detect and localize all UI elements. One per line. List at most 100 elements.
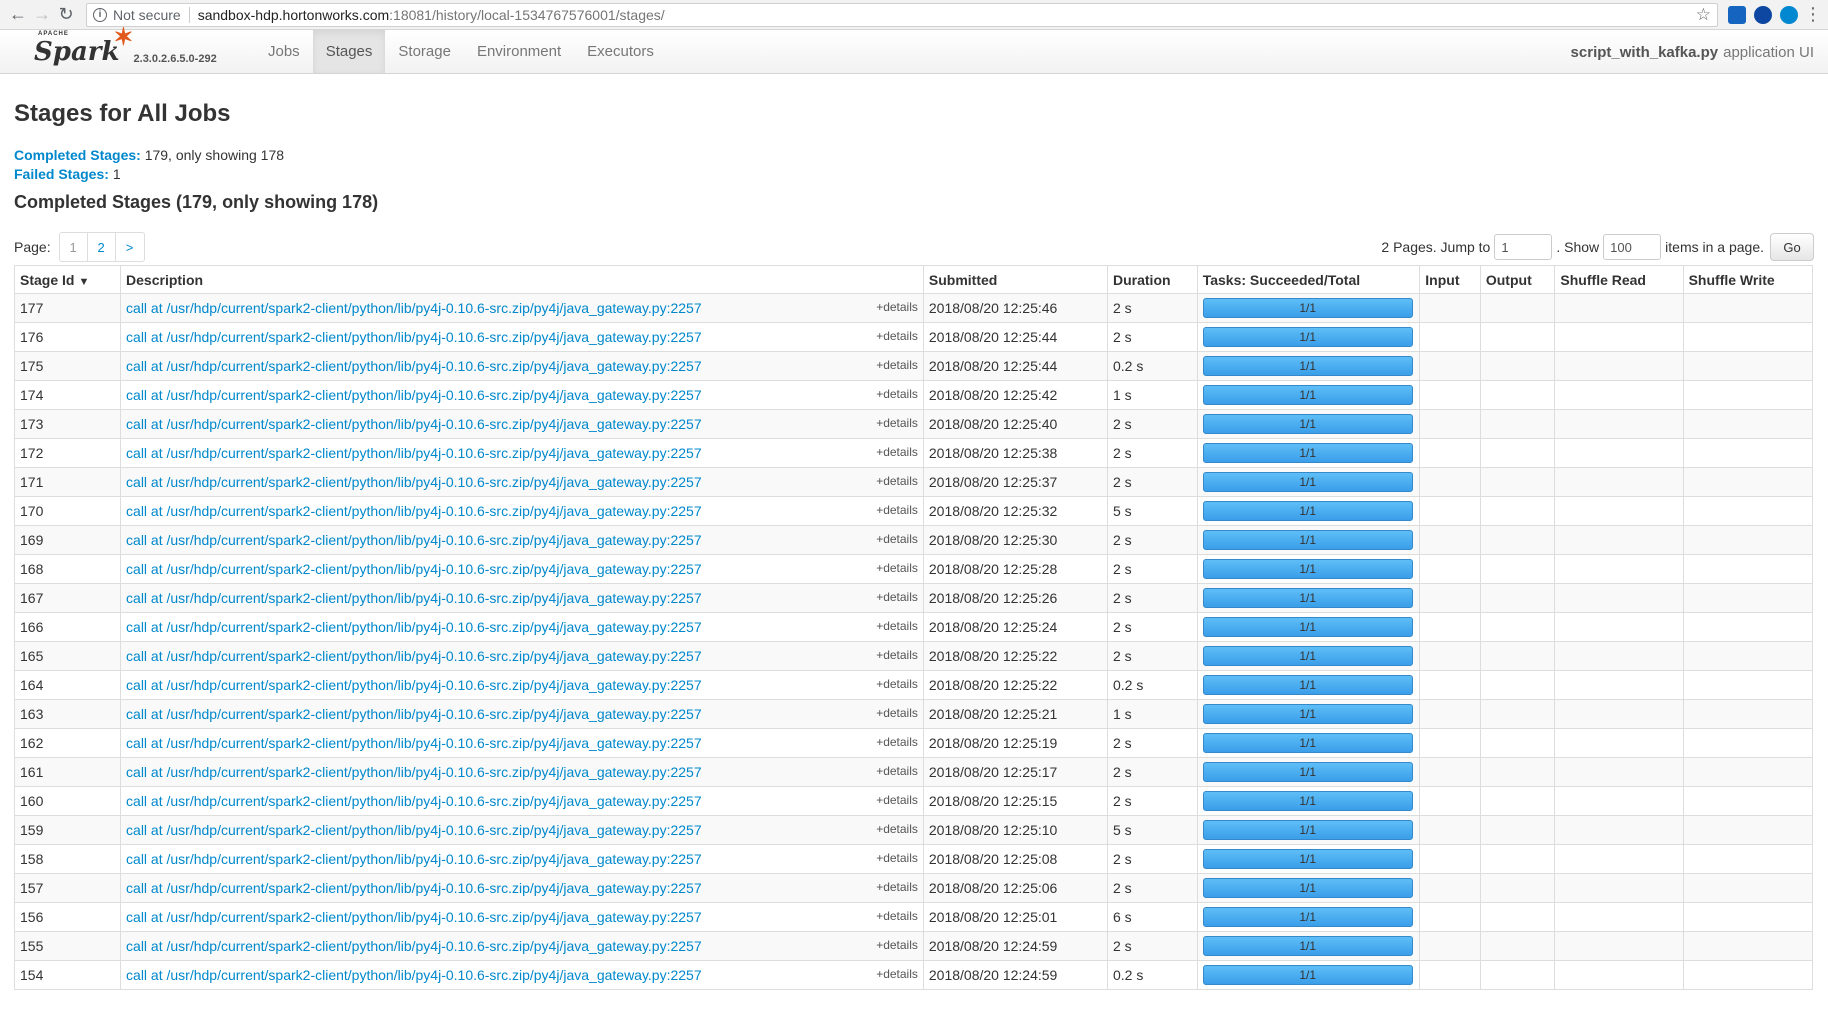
details-toggle[interactable]: +details bbox=[876, 561, 918, 575]
extension-icon[interactable] bbox=[1728, 5, 1746, 24]
bookmark-star-icon[interactable]: ☆ bbox=[1696, 5, 1711, 25]
divider bbox=[188, 6, 190, 23]
details-toggle[interactable]: +details bbox=[876, 300, 918, 314]
details-toggle[interactable]: +details bbox=[876, 329, 918, 343]
tasks-cell: 1/1 bbox=[1196, 380, 1421, 410]
details-toggle[interactable]: +details bbox=[876, 822, 918, 836]
tab-jobs[interactable]: Jobs bbox=[255, 30, 313, 73]
header-output[interactable]: Output bbox=[1479, 265, 1556, 294]
shuffle-write-cell bbox=[1682, 728, 1814, 758]
logo-text: Spark bbox=[34, 37, 120, 67]
details-toggle[interactable]: +details bbox=[876, 909, 918, 923]
details-toggle[interactable]: +details bbox=[876, 706, 918, 720]
address-bar[interactable]: i Not secure sandbox-hdp.hortonworks.com… bbox=[86, 2, 1718, 27]
details-toggle[interactable]: +details bbox=[876, 358, 918, 372]
stage-description-link[interactable]: call at /usr/hdp/current/spark2-client/p… bbox=[126, 358, 702, 374]
reload-icon[interactable]: ↻ bbox=[54, 3, 78, 27]
details-toggle[interactable]: +details bbox=[876, 967, 918, 981]
details-toggle[interactable]: +details bbox=[876, 474, 918, 488]
header-stage-id[interactable]: Stage Id ▼ bbox=[13, 265, 122, 294]
stage-description-link[interactable]: call at /usr/hdp/current/spark2-client/p… bbox=[126, 706, 702, 722]
submitted-time: 2018/08/20 12:25:44 bbox=[922, 322, 1109, 352]
details-toggle[interactable]: +details bbox=[876, 648, 918, 662]
stage-description-link[interactable]: call at /usr/hdp/current/spark2-client/p… bbox=[126, 445, 702, 461]
shuffle-read-cell bbox=[1554, 960, 1684, 990]
details-toggle[interactable]: +details bbox=[876, 764, 918, 778]
shuffle-read-cell bbox=[1554, 467, 1684, 497]
info-icon[interactable]: i bbox=[93, 7, 107, 22]
tasks-progress-bar: 1/1 bbox=[1202, 617, 1413, 637]
stage-description-link[interactable]: call at /usr/hdp/current/spark2-client/p… bbox=[126, 735, 702, 751]
main-content: Stages for All Jobs Completed Stages: 17… bbox=[0, 100, 1828, 990]
details-toggle[interactable]: +details bbox=[876, 387, 918, 401]
stage-description-link[interactable]: call at /usr/hdp/current/spark2-client/p… bbox=[126, 822, 702, 838]
tab-environment[interactable]: Environment bbox=[464, 30, 574, 73]
header-description[interactable]: Description bbox=[120, 265, 924, 294]
jump-page-input[interactable] bbox=[1494, 234, 1553, 260]
stage-description-link[interactable]: call at /usr/hdp/current/spark2-client/p… bbox=[126, 590, 702, 606]
stage-description-link[interactable]: call at /usr/hdp/current/spark2-client/p… bbox=[126, 677, 702, 693]
tab-storage[interactable]: Storage bbox=[385, 30, 464, 73]
stage-description-link[interactable]: call at /usr/hdp/current/spark2-client/p… bbox=[126, 880, 702, 896]
stage-description-link[interactable]: call at /usr/hdp/current/spark2-client/p… bbox=[126, 300, 702, 316]
completed-stages-link[interactable]: Completed Stages: bbox=[14, 147, 141, 163]
back-icon[interactable]: ← bbox=[6, 3, 30, 27]
spark-logo[interactable]: APACHE Spark ✶ bbox=[34, 25, 134, 67]
details-toggle[interactable]: +details bbox=[876, 445, 918, 459]
page-size-input[interactable] bbox=[1603, 234, 1662, 260]
header-duration[interactable]: Duration bbox=[1107, 265, 1198, 294]
brand[interactable]: APACHE Spark ✶ 2.3.0.2.6.5.0-292 bbox=[0, 25, 255, 73]
stage-id: 169 bbox=[13, 525, 122, 555]
header-tasks[interactable]: Tasks: Succeeded/Total bbox=[1196, 265, 1421, 294]
next-page-button[interactable]: > bbox=[116, 233, 144, 261]
stage-description-link[interactable]: call at /usr/hdp/current/spark2-client/p… bbox=[126, 793, 702, 809]
page-title: Stages for All Jobs bbox=[14, 100, 231, 127]
stage-description-link[interactable]: call at /usr/hdp/current/spark2-client/p… bbox=[126, 619, 702, 635]
tasks-count: 1/1 bbox=[1299, 678, 1317, 692]
details-toggle[interactable]: +details bbox=[876, 619, 918, 633]
header-shuffle-write[interactable]: Shuffle Write bbox=[1682, 265, 1814, 294]
details-toggle[interactable]: +details bbox=[876, 735, 918, 749]
tab-executors[interactable]: Executors bbox=[574, 30, 667, 73]
page-2-button[interactable]: 2 bbox=[88, 233, 116, 261]
stage-description-link[interactable]: call at /usr/hdp/current/spark2-client/p… bbox=[126, 474, 702, 490]
details-toggle[interactable]: +details bbox=[876, 590, 918, 604]
stage-description-link[interactable]: call at /usr/hdp/current/spark2-client/p… bbox=[126, 561, 702, 577]
tasks-count: 1/1 bbox=[1299, 707, 1317, 721]
details-toggle[interactable]: +details bbox=[876, 532, 918, 546]
details-toggle[interactable]: +details bbox=[876, 938, 918, 952]
stage-id: 154 bbox=[13, 960, 122, 990]
details-toggle[interactable]: +details bbox=[876, 416, 918, 430]
stage-description-link[interactable]: call at /usr/hdp/current/spark2-client/p… bbox=[126, 503, 702, 519]
stage-description-link[interactable]: call at /usr/hdp/current/spark2-client/p… bbox=[126, 387, 702, 403]
stage-description-link[interactable]: call at /usr/hdp/current/spark2-client/p… bbox=[126, 938, 702, 954]
go-button[interactable]: Go bbox=[1770, 233, 1814, 261]
details-toggle[interactable]: +details bbox=[876, 851, 918, 865]
details-toggle[interactable]: +details bbox=[876, 880, 918, 894]
stage-description-link[interactable]: call at /usr/hdp/current/spark2-client/p… bbox=[126, 532, 702, 548]
stage-description-link[interactable]: call at /usr/hdp/current/spark2-client/p… bbox=[126, 851, 702, 867]
failed-stages-link[interactable]: Failed Stages: bbox=[14, 166, 109, 182]
details-toggle[interactable]: +details bbox=[876, 677, 918, 691]
stage-description-link[interactable]: call at /usr/hdp/current/spark2-client/p… bbox=[126, 909, 702, 925]
stage-description-link[interactable]: call at /usr/hdp/current/spark2-client/p… bbox=[126, 648, 702, 664]
browser-menu-icon[interactable]: ⋮ bbox=[1804, 4, 1822, 25]
page-1-button[interactable]: 1 bbox=[60, 233, 88, 261]
header-input[interactable]: Input bbox=[1419, 265, 1481, 294]
forward-icon[interactable]: → bbox=[30, 3, 54, 27]
stage-description-link[interactable]: call at /usr/hdp/current/spark2-client/p… bbox=[126, 329, 702, 345]
header-shuffle-read[interactable]: Shuffle Read bbox=[1554, 265, 1684, 294]
tab-stages[interactable]: Stages bbox=[312, 30, 386, 73]
details-toggle[interactable]: +details bbox=[876, 503, 918, 517]
tasks-cell: 1/1 bbox=[1196, 873, 1421, 903]
stage-description-link[interactable]: call at /usr/hdp/current/spark2-client/p… bbox=[126, 416, 702, 432]
stage-description-link[interactable]: call at /usr/hdp/current/spark2-client/p… bbox=[126, 764, 702, 780]
description-cell: call at /usr/hdp/current/spark2-client/p… bbox=[120, 612, 924, 642]
header-submitted[interactable]: Submitted bbox=[922, 265, 1109, 294]
stage-description-link[interactable]: call at /usr/hdp/current/spark2-client/p… bbox=[126, 967, 702, 983]
details-toggle[interactable]: +details bbox=[876, 793, 918, 807]
extension-icon[interactable] bbox=[1754, 5, 1772, 24]
skype-icon[interactable] bbox=[1780, 5, 1798, 24]
section-title[interactable]: Completed Stages (179, only showing 178) bbox=[14, 192, 1814, 213]
tasks-progress-bar: 1/1 bbox=[1202, 907, 1413, 927]
